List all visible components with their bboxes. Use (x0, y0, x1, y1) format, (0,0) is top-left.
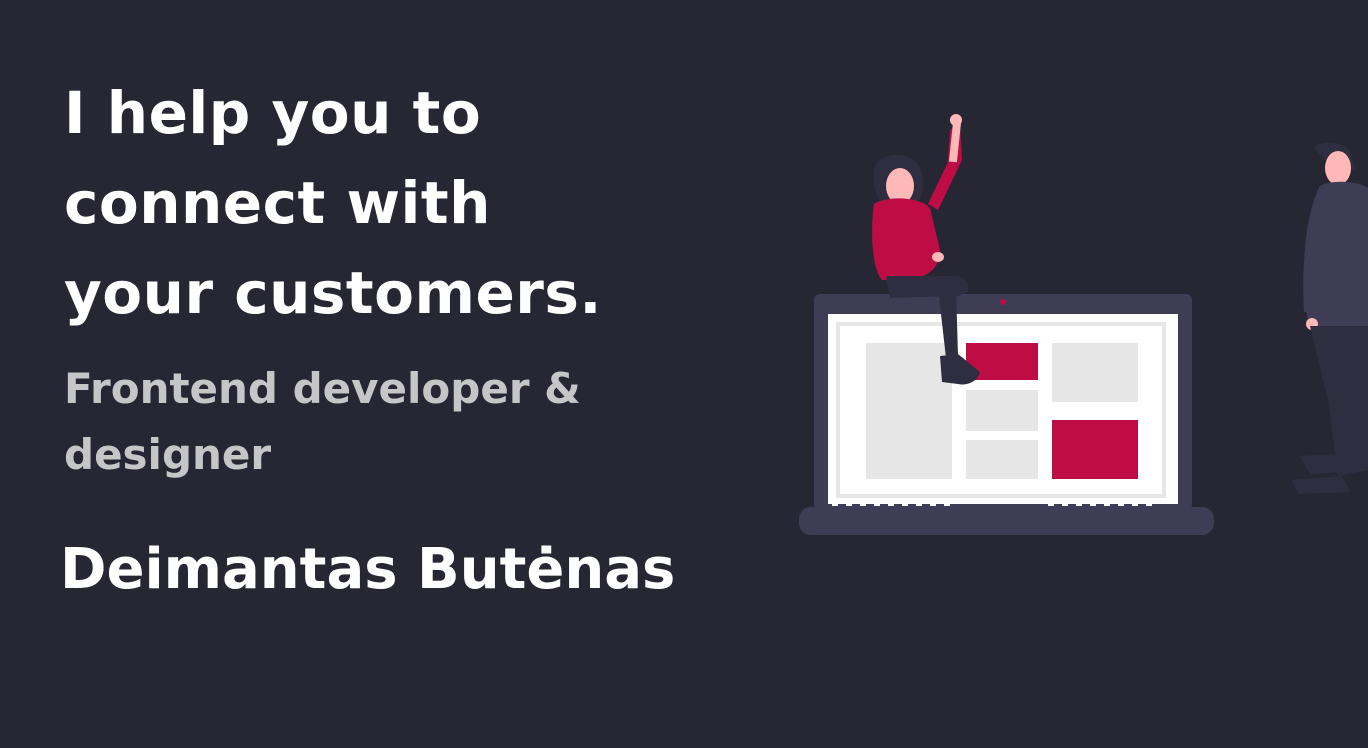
laptop-camera (1000, 299, 1006, 305)
screen-panel-mid-low (966, 440, 1038, 479)
screen-panel-right-top (1052, 343, 1138, 402)
screen-panel-mid (966, 390, 1038, 431)
headline-line: your customers. (64, 259, 602, 327)
subtitle: Frontend developer & designer (64, 356, 704, 488)
subtitle-line: designer (64, 430, 272, 479)
subtitle-line: Frontend developer & (64, 364, 581, 413)
laptop-base (799, 507, 1214, 535)
hero-section: I help you to connect with your customer… (0, 0, 1368, 748)
laptop-people-illustration (799, 114, 1368, 535)
screen-panel-left (866, 343, 952, 479)
headline-line: I help you to (64, 79, 482, 147)
man-figure (1292, 142, 1368, 494)
headline-line: connect with (64, 169, 491, 237)
screen-panel-accent-right (1052, 420, 1138, 479)
author-name: Deimantas Butėnas (60, 537, 676, 602)
headline: I help you to connect with your customer… (64, 68, 704, 338)
